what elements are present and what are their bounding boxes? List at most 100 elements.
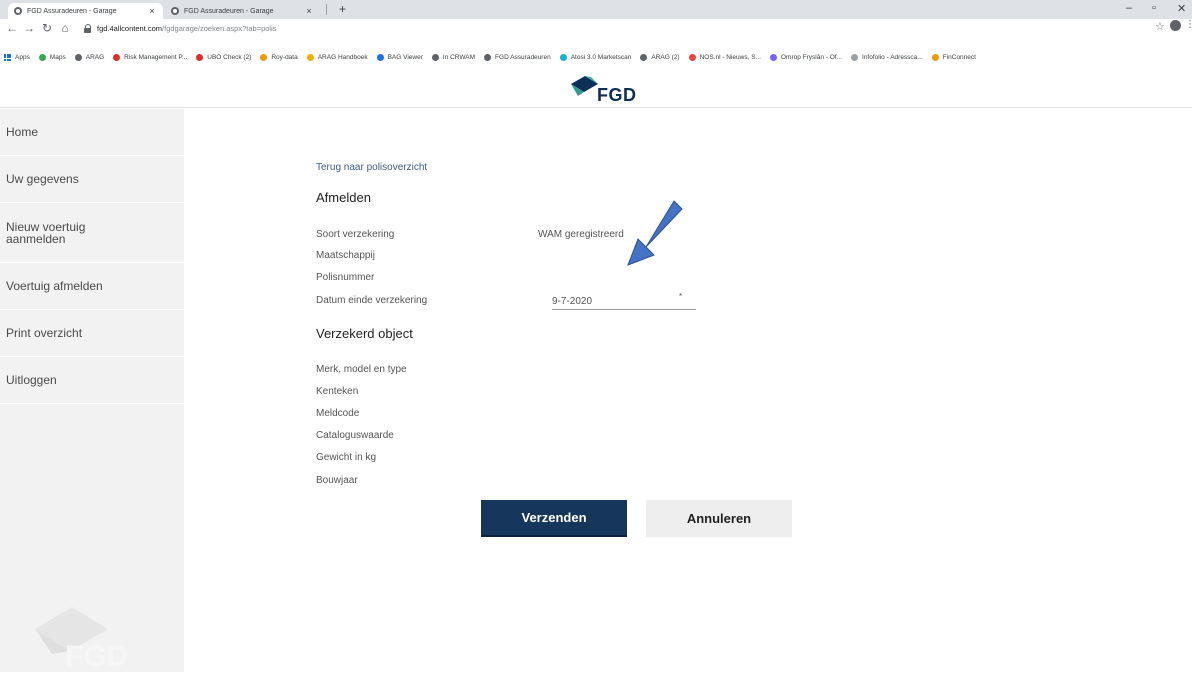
globe-icon: [484, 53, 492, 61]
bookmark-label: BAG Viewer: [387, 53, 423, 61]
close-icon[interactable]: ×: [304, 6, 314, 16]
end-date-label: Datum einde verzekering: [316, 295, 428, 306]
bookmark-label: Risk Management P...: [124, 53, 188, 61]
sidebar-item-nieuw-voertuig[interactable]: Nieuw voertuig aanmelden: [0, 203, 184, 263]
reload-icon[interactable]: ↻: [40, 21, 54, 35]
bookmarks-bar: Apps Maps ARAG Risk Management P... UBO Chec…: [0, 50, 1192, 64]
sidebar-item-label: Home: [6, 125, 39, 139]
bookmark-label: FGD Assuradeuren: [495, 53, 551, 61]
red-triangle-icon: [113, 53, 121, 61]
window-close-icon[interactable]: ✕: [1177, 2, 1186, 15]
sidebar: Home Uw gegevens Nieuw voertuig aanmelde…: [0, 109, 184, 673]
bookmark-label: In CRWAM: [442, 53, 476, 61]
cancel-button[interactable]: Annuleren: [646, 500, 792, 537]
bookmark-item[interactable]: UBO Check (2): [196, 53, 252, 61]
bookmark-item[interactable]: BAG Viewer: [376, 53, 423, 61]
browser-toolbar: ← → ↻ ⌂ fgd.4allcontent.com /fgdgarage/z…: [0, 19, 1192, 50]
forward-arrow-icon[interactable]: →: [22, 21, 36, 35]
home-icon[interactable]: ⌂: [58, 21, 72, 35]
sidebar-item-voertuig-afmelden[interactable]: Voertuig afmelden: [0, 263, 184, 310]
sidebar-watermark-logo: FGD: [30, 604, 140, 673]
bookmark-label: FinConnect: [942, 53, 976, 61]
section-title-afmelden: Afmelden: [316, 190, 371, 205]
tab-title: FGD Assuradeuren - Garage: [27, 7, 117, 15]
infofolio-icon: [851, 53, 859, 61]
submit-button[interactable]: Verzenden: [481, 500, 627, 537]
field-value: WAM geregistreerd: [538, 229, 624, 240]
bookmark-item[interactable]: Atosi 3.0 Marketscan: [559, 53, 632, 61]
field-label: Gewicht in kg: [316, 452, 377, 463]
bookmark-label: ARAG (2): [651, 53, 680, 61]
maps-pin-icon: [38, 53, 46, 61]
sidebar-item-label: Uw gegevens: [6, 172, 79, 186]
bookmark-item[interactable]: Roy-data: [260, 53, 298, 61]
close-icon[interactable]: ×: [147, 6, 157, 16]
section-title-verzekerd-object: Verzekerd object: [316, 326, 413, 341]
field-label: Merk, model en type: [316, 364, 407, 375]
minimize-icon[interactable]: –: [1126, 2, 1132, 14]
nos-icon: [688, 53, 696, 61]
lock-icon: [84, 24, 92, 33]
bookmark-label: UBO Check (2): [207, 53, 252, 61]
back-arrow-icon[interactable]: ←: [5, 21, 19, 35]
profile-avatar-icon[interactable]: [1170, 20, 1181, 31]
finconnect-icon: [931, 53, 939, 61]
bookmark-item[interactable]: ARAG Handboek: [306, 53, 368, 61]
sidebar-item-home[interactable]: Home: [0, 109, 184, 156]
bookmark-label: Maps: [49, 53, 66, 61]
bookmark-item[interactable]: Apps: [4, 53, 30, 61]
bookmark-item[interactable]: FinConnect: [931, 53, 976, 61]
bookmark-item[interactable]: ARAG: [74, 53, 105, 61]
globe-icon: [431, 53, 439, 61]
bookmark-item[interactable]: NOS.nl - Nieuws, S...: [688, 53, 761, 61]
field-label: Polisnummer: [316, 272, 375, 283]
site-header: FGD: [0, 64, 1192, 108]
field-label: Maatschappij: [316, 250, 375, 261]
bookmark-label: Atosi 3.0 Marketscan: [570, 53, 632, 61]
fgd-logo[interactable]: FGD: [569, 72, 649, 105]
url-host: fgd.4allcontent.com: [97, 24, 163, 33]
globe-icon: [171, 7, 179, 15]
sidebar-item-label: Uitloggen: [6, 373, 57, 387]
field-label: Cataloguswaarde: [316, 430, 394, 441]
sidebar-item-uitloggen[interactable]: Uitloggen: [0, 357, 184, 404]
bookmark-label: ARAG: [85, 53, 105, 61]
field-label: Meldcode: [316, 408, 360, 419]
bookmark-item[interactable]: FGD Assuradeuren: [484, 53, 551, 61]
browser-tab-active[interactable]: FGD Assuradeuren - Garage ×: [8, 3, 163, 19]
bookmark-item[interactable]: Omrop Fryslân - Of...: [769, 53, 842, 61]
omrop-icon: [769, 53, 777, 61]
new-tab-plus-icon[interactable]: +: [339, 2, 346, 16]
restore-icon[interactable]: ▫: [1152, 2, 1156, 14]
logo-text: FGD: [597, 85, 637, 105]
more-menu-icon[interactable]: ⋮: [1185, 19, 1192, 30]
globe-icon: [14, 7, 22, 15]
bookmark-item[interactable]: Infofolio - Adressca...: [851, 53, 923, 61]
bag-viewer-icon: [376, 53, 384, 61]
sidebar-item-uw-gegevens[interactable]: Uw gegevens: [0, 156, 184, 203]
field-label: Soort verzekering: [316, 229, 395, 240]
bookmark-item[interactable]: Maps: [38, 53, 66, 61]
back-to-policy-overview-link[interactable]: Terug naar polisoverzicht: [316, 162, 427, 173]
url-path: /fgdgarage/zoeken.aspx?tab=polis: [162, 24, 277, 33]
fgd-logo-mark-icon: [571, 76, 598, 96]
annotation-arrow-icon: [627, 200, 683, 266]
bookmark-label: NOS.nl - Nieuws, S...: [699, 53, 761, 61]
bookmark-star-icon[interactable]: ☆: [1155, 20, 1165, 33]
arag-handboek-icon: [306, 53, 314, 61]
end-date-input[interactable]: [552, 295, 696, 310]
browser-tab[interactable]: FGD Assuradeuren - Garage ×: [165, 3, 320, 19]
field-label: Bouwjaar: [316, 475, 358, 486]
browser-tab-strip: FGD Assuradeuren - Garage × FGD Assurade…: [0, 0, 1192, 19]
web-page: FGD Home Uw gegevens Nieuw voertuig aanm…: [0, 64, 1192, 673]
sidebar-item-label: Nieuw voertuig aanmelden: [6, 219, 86, 246]
address-bar[interactable]: fgd.4allcontent.com /fgdgarage/zoeken.as…: [84, 21, 1154, 36]
tab-title: FGD Assuradeuren - Garage: [184, 7, 274, 15]
bookmark-item[interactable]: In CRWAM: [431, 53, 476, 61]
bookmark-item[interactable]: ARAG (2): [640, 53, 680, 61]
tab-divider: [326, 4, 327, 15]
bookmark-item[interactable]: Risk Management P...: [113, 53, 188, 61]
field-label: Kenteken: [316, 386, 359, 397]
sidebar-item-print-overzicht[interactable]: Print overzicht: [0, 310, 184, 357]
apps-grid-icon: [4, 53, 11, 61]
